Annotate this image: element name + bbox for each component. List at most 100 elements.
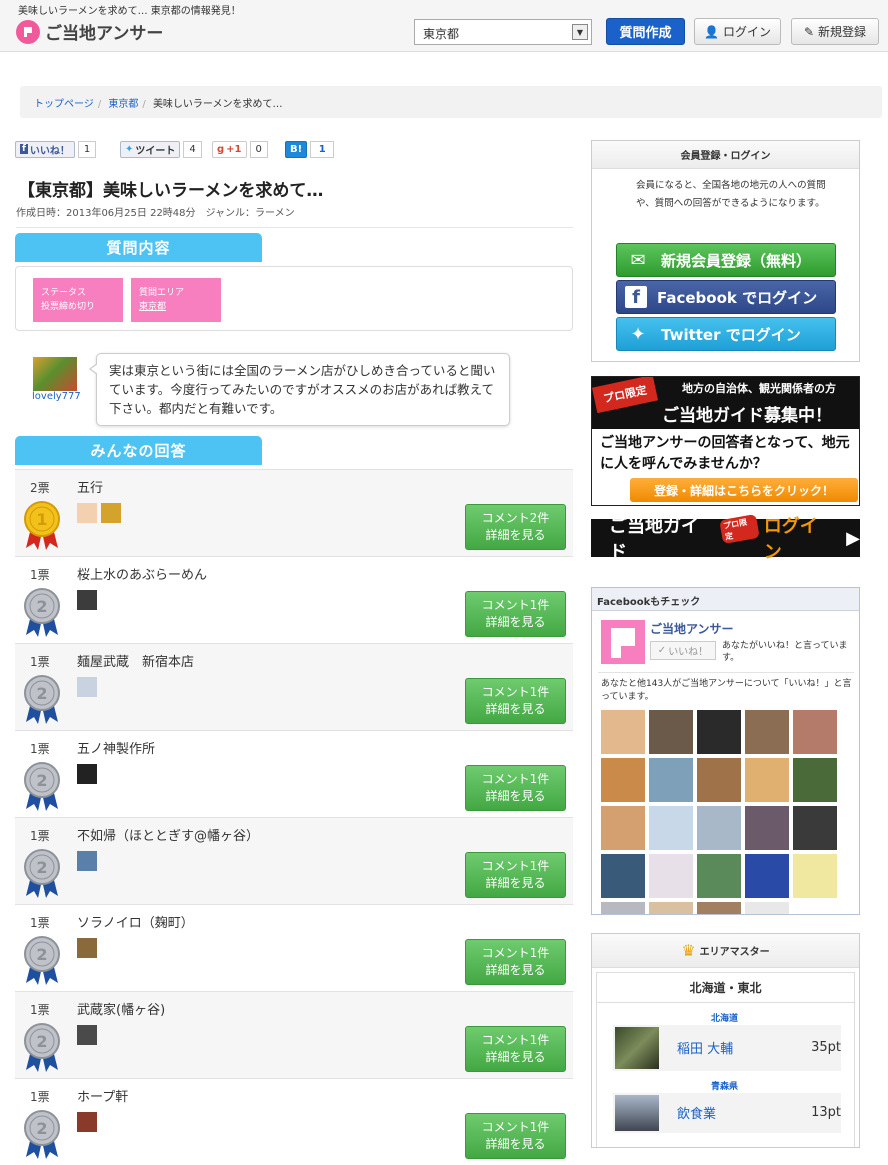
fan-avatar[interactable] <box>793 902 837 914</box>
detail-label: 詳細を見る <box>485 615 546 629</box>
voter-avatar[interactable] <box>77 677 97 697</box>
answer-shop-name[interactable]: 桜上水のあぶらーめん <box>77 564 207 583</box>
fan-avatar[interactable] <box>601 902 645 914</box>
master-pref-label[interactable]: 青森県 <box>711 1079 738 1092</box>
guide-login-banner[interactable]: ご当地ガイド プロ限定 ログイン ▶ <box>591 513 860 563</box>
answer-detail-button[interactable]: コメント2件 詳細を見る <box>465 504 566 550</box>
fan-avatar[interactable] <box>649 806 693 850</box>
fan-avatar[interactable] <box>697 806 741 850</box>
asker-avatar[interactable] <box>33 357 77 391</box>
voter-avatar[interactable] <box>77 503 97 523</box>
gplus-icon: g <box>217 143 225 155</box>
twitter-login-button[interactable]: ✦ Twitter でログイン <box>616 317 836 351</box>
fan-avatar[interactable] <box>649 710 693 754</box>
fan-avatar[interactable] <box>745 854 789 898</box>
register-free-button[interactable]: ✉ 新規会員登録（無料） <box>616 243 836 277</box>
detail-label: 詳細を見る <box>485 528 546 542</box>
fan-avatar[interactable] <box>601 710 645 754</box>
breadcrumb-top[interactable]: トップページ <box>34 99 94 110</box>
guide-cta-button[interactable]: 登録・詳細はこちらをクリック！ <box>630 478 858 502</box>
fan-avatar[interactable] <box>745 710 789 754</box>
answer-detail-button[interactable]: コメント1件 詳細を見る <box>465 1113 566 1159</box>
fan-avatar[interactable] <box>601 758 645 802</box>
answer-row: 1票 2 武蔵家(幡ヶ谷) コメント1件 詳細を見る <box>15 991 573 1078</box>
detail-label: 詳細を見る <box>485 1137 546 1151</box>
answer-shop-name[interactable]: 五ノ神製作所 <box>77 738 155 757</box>
gplus-button[interactable]: g +1 <box>212 140 247 158</box>
fan-avatar[interactable] <box>793 710 837 754</box>
answer-shop-name[interactable]: ホープ軒 <box>77 1086 128 1105</box>
fan-avatar[interactable] <box>793 758 837 802</box>
voter-avatar[interactable] <box>101 503 121 523</box>
voter-avatars <box>77 938 97 958</box>
facebook-liked-text: あなたがいいね！と言っています。 <box>722 641 848 663</box>
fan-avatar[interactable] <box>649 854 693 898</box>
comment-count: コメント1件 <box>481 598 550 612</box>
facebook-login-button[interactable]: f Facebook でログイン <box>616 280 836 314</box>
hatena-widget[interactable]: B! 1 <box>285 140 335 158</box>
gold-medal-icon: 1 <box>24 501 60 550</box>
breadcrumb-prefecture[interactable]: 東京都 <box>108 99 138 110</box>
answer-shop-name[interactable]: 不如帰（ほととぎす@幡ヶ谷） <box>77 825 259 844</box>
fan-avatar[interactable] <box>745 902 789 914</box>
area-master-title: ♛ エリアマスター <box>592 934 859 968</box>
voter-avatar[interactable] <box>77 851 97 871</box>
page-avatar[interactable] <box>601 620 645 664</box>
answer-shop-name[interactable]: 麺屋武蔵 新宿本店 <box>77 651 194 670</box>
answer-shop-name[interactable]: 武蔵家(幡ヶ谷) <box>77 999 165 1018</box>
fan-avatar[interactable] <box>601 806 645 850</box>
voter-avatar[interactable] <box>77 590 97 610</box>
tweet-widget[interactable]: ✦ ツイート 4 <box>120 140 202 158</box>
gplus-widget[interactable]: g +1 0 <box>212 140 268 158</box>
fan-avatar[interactable] <box>697 854 741 898</box>
master-pref-label[interactable]: 北海道 <box>711 1011 738 1024</box>
fan-avatar[interactable] <box>793 854 837 898</box>
facebook-icon: f <box>625 286 647 308</box>
facebook-like-page-button[interactable]: ✓ いいね！ <box>650 641 716 660</box>
tweet-button[interactable]: ✦ ツイート <box>120 140 181 158</box>
answer-detail-button[interactable]: コメント1件 詳細を見る <box>465 591 566 637</box>
login-button[interactable]: 👤 ログイン <box>694 18 781 45</box>
answer-shop-name[interactable]: ソラノイロ（麹町） <box>77 912 194 931</box>
answer-row: 1票 2 ソラノイロ（麹町） コメント1件 詳細を見る <box>15 904 573 991</box>
answer-detail-button[interactable]: コメント1件 詳細を見る <box>465 765 566 811</box>
voter-avatar[interactable] <box>77 1025 97 1045</box>
fan-avatar[interactable] <box>649 902 693 914</box>
master-row[interactable]: 飲食業 13pt <box>613 1093 841 1133</box>
master-row[interactable]: 稲田 大輔 35pt <box>613 1025 841 1071</box>
voter-avatar[interactable] <box>77 1112 97 1132</box>
fan-avatar[interactable] <box>649 758 693 802</box>
area-badge: 質問エリア 東京都 <box>131 278 221 322</box>
fan-avatar[interactable] <box>793 806 837 850</box>
fan-avatar[interactable] <box>697 902 741 914</box>
fan-avatar[interactable] <box>697 710 741 754</box>
guide-login-label: ログイン <box>763 516 818 563</box>
fan-avatar[interactable] <box>697 758 741 802</box>
fan-avatar[interactable] <box>601 854 645 898</box>
fan-avatar[interactable] <box>745 806 789 850</box>
question-body-bubble: 実は東京という街には全国のラーメン店がひしめき合っていると聞いています。今度行っ… <box>89 353 510 426</box>
answer-detail-button[interactable]: コメント1件 詳細を見る <box>465 939 566 985</box>
answer-detail-button[interactable]: コメント1件 詳細を見る <box>465 1026 566 1072</box>
fan-avatar[interactable] <box>745 758 789 802</box>
ask-question-button[interactable]: 質問作成 <box>606 18 685 45</box>
check-icon: ✓ <box>657 645 667 656</box>
facebook-page-name[interactable]: ご当地アンサー <box>650 620 734 637</box>
voter-avatars <box>77 677 97 697</box>
facebook-like-button[interactable]: f いいね！ <box>15 140 75 158</box>
area-link[interactable]: 東京都 <box>139 302 166 312</box>
signup-button[interactable]: ✎ 新規登録 <box>791 18 879 45</box>
answer-shop-name[interactable]: 五行 <box>77 477 103 496</box>
voter-avatar[interactable] <box>77 938 97 958</box>
prefecture-select[interactable]: 東京都 ▼ <box>414 19 592 45</box>
answer-detail-button[interactable]: コメント1件 詳細を見る <box>465 852 566 898</box>
member-box-text: 会員になると、全国各地の地元の人への質問や、質問への回答ができるようになります。 <box>636 180 826 209</box>
answer-detail-button[interactable]: コメント1件 詳細を見る <box>465 678 566 724</box>
site-logo[interactable]: ご当地アンサー <box>16 19 163 44</box>
hatena-bookmark-button[interactable]: B! <box>285 140 308 158</box>
asker-name-link[interactable]: lovely777 <box>32 391 81 402</box>
facebook-like-widget[interactable]: f いいね！ 1 <box>15 140 97 158</box>
guide-recruit-banner[interactable]: プロ限定 地方の自治体、観光関係者の方 ご当地ガイド募集中！ ご当地アンサーの回… <box>591 376 860 506</box>
voter-avatar[interactable] <box>77 764 97 784</box>
master-points: 13pt <box>811 1105 841 1120</box>
